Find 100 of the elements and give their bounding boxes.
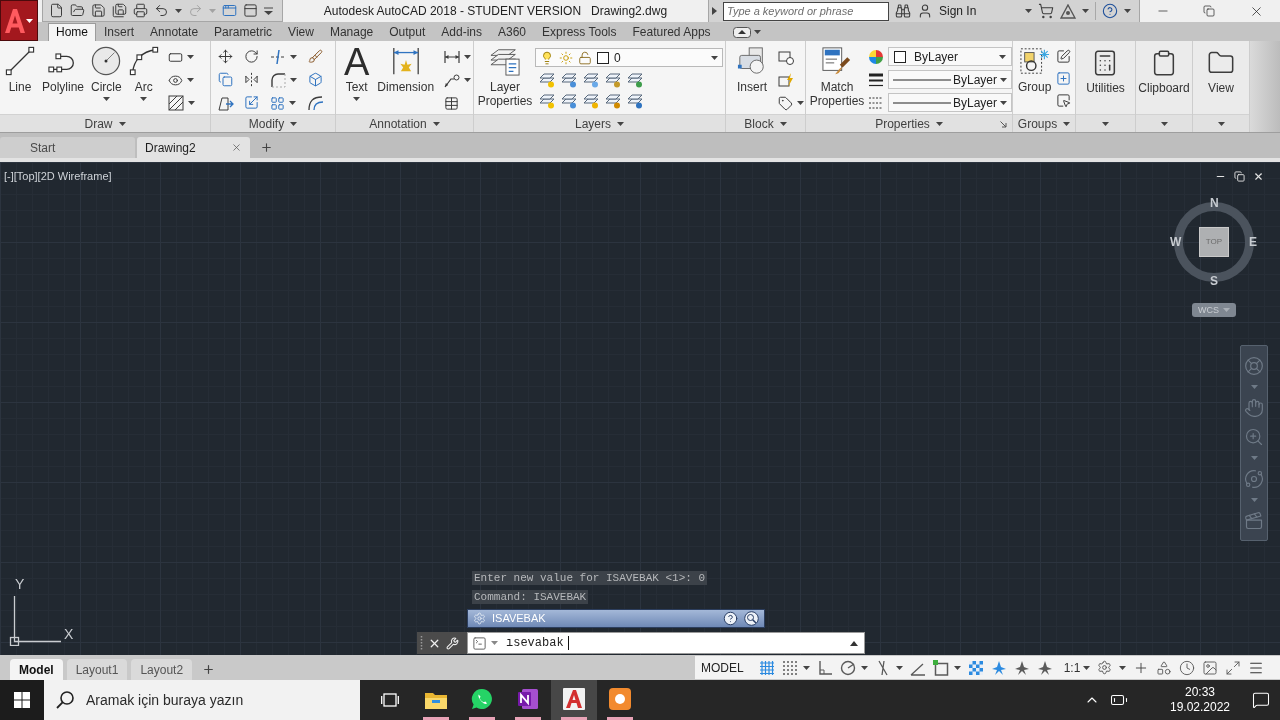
panel-title-button[interactable]: Draw: [0, 114, 210, 132]
mirror-icon[interactable]: [244, 72, 259, 87]
clock-icon[interactable]: [1179, 659, 1196, 676]
app-window-icon[interactable]: [222, 3, 237, 18]
new-layout-icon[interactable]: [202, 663, 216, 676]
floppy-stack-icon[interactable]: [112, 3, 127, 18]
caret-icon[interactable]: [289, 101, 296, 105]
lineweight-dropdown[interactable]: ByLayer: [888, 70, 1012, 89]
dashed-line-icon[interactable]: [270, 49, 286, 65]
group-button[interactable]: Group: [1016, 41, 1054, 108]
table-icon[interactable]: [444, 95, 460, 111]
dimension-button[interactable]: Dimension: [375, 41, 437, 111]
up-triangle-pill-icon[interactable]: [732, 26, 751, 38]
gear-icon[interactable]: [1097, 660, 1113, 675]
caret-icon[interactable]: [953, 665, 961, 670]
tag-icon[interactable]: [778, 95, 793, 111]
application-menu-button[interactable]: [0, 0, 38, 41]
help-icon[interactable]: [1102, 3, 1118, 19]
image-icon[interactable]: [1202, 659, 1219, 676]
layers-dot-icon[interactable]: [539, 72, 555, 88]
square-plus-icon[interactable]: [1056, 71, 1072, 86]
circle-button[interactable]: Circle: [89, 41, 124, 111]
caret-icon[interactable]: [186, 78, 194, 82]
layers-dot-icon[interactable]: [627, 72, 643, 88]
star-icon[interactable]: [1013, 659, 1030, 676]
square-pointer-icon[interactable]: [1056, 93, 1072, 108]
trapezoid-arrow-icon[interactable]: [218, 95, 234, 111]
file-tab[interactable]: Drawing2: [137, 137, 250, 158]
caret-icon[interactable]: [1124, 9, 1131, 13]
panel-title-button[interactable]: Annotation: [336, 114, 473, 132]
caret-icon[interactable]: [464, 55, 472, 59]
caret-icon[interactable]: [1082, 9, 1089, 13]
layer-dropdown[interactable]: 0: [535, 48, 723, 67]
hatch-square-icon[interactable]: [167, 95, 184, 111]
triangle-up-icon[interactable]: [850, 640, 858, 646]
insert-button[interactable]: Insert: [734, 41, 770, 111]
caret-icon[interactable]: [860, 665, 868, 670]
line-button[interactable]: Line: [3, 41, 37, 111]
open-folder-icon[interactable]: [70, 3, 85, 18]
ribbon-tab[interactable]: Insert: [96, 23, 143, 41]
new-file-icon[interactable]: [49, 3, 64, 18]
cube-icon[interactable]: [308, 72, 323, 87]
taskbar-app-button[interactable]: [551, 680, 597, 720]
customize-menu-icon[interactable]: [264, 6, 273, 15]
rotate-icon[interactable]: [244, 49, 259, 64]
ribbon-tab[interactable]: Home: [48, 23, 96, 41]
caret-icon[interactable]: [290, 78, 297, 82]
polyline-button[interactable]: Polyline: [40, 41, 87, 111]
model-space-button[interactable]: MODEL: [701, 658, 752, 677]
arc-button[interactable]: Arc: [126, 41, 161, 111]
panel-title-button[interactable]: Groups: [1013, 114, 1075, 132]
ribbon-tab[interactable]: Parametric: [206, 23, 281, 41]
layers-dot-icon[interactable]: [539, 93, 555, 109]
close-icon[interactable]: [1253, 171, 1264, 182]
match-properties-button[interactable]: Match Properties: [810, 41, 864, 112]
linear-dimension-icon[interactable]: [444, 49, 461, 65]
magnifier-circle-icon[interactable]: [744, 611, 759, 626]
window-icon[interactable]: [243, 3, 258, 18]
caret-icon[interactable]: [753, 30, 761, 34]
command-input[interactable]: ısevabak: [467, 632, 865, 654]
square-marker-icon[interactable]: [932, 659, 949, 676]
start-button[interactable]: [0, 680, 44, 720]
caret-icon[interactable]: [797, 101, 804, 105]
ribbon-tab[interactable]: Output: [381, 23, 434, 41]
ribbon-tab[interactable]: Manage: [321, 23, 382, 41]
layer-properties-button[interactable]: Layer Properties: [478, 41, 532, 109]
shapes-icon[interactable]: [1156, 659, 1173, 676]
layers-dot-icon[interactable]: [583, 72, 599, 88]
checker-icon[interactable]: [967, 659, 984, 676]
caret-icon[interactable]: [802, 665, 810, 670]
diagonal-arrow-icon[interactable]: [1000, 121, 1007, 128]
panel-title-button[interactable]: Layers: [474, 114, 725, 132]
ribbon-tab[interactable]: Express Tools: [534, 23, 625, 41]
user-icon[interactable]: [917, 3, 933, 19]
square-pen-icon[interactable]: [1056, 49, 1072, 64]
text-button[interactable]: A Text: [342, 41, 372, 111]
search-icon[interactable]: [44, 680, 84, 720]
ribbon-tab[interactable]: A360: [490, 23, 534, 41]
search-field[interactable]: Aramak için buraya yazın: [84, 680, 360, 720]
layers-dot-icon[interactable]: [605, 72, 621, 88]
layers-dot-icon[interactable]: [627, 93, 643, 109]
cart-icon[interactable]: [1038, 3, 1054, 19]
color-dropdown[interactable]: ByLayer: [888, 47, 1012, 66]
layers-dot-icon[interactable]: [605, 93, 621, 109]
ribbon-tab[interactable]: View: [280, 23, 322, 41]
restore-icon[interactable]: [1234, 171, 1245, 182]
four-arrows-icon[interactable]: [218, 49, 233, 64]
caret-icon[interactable]: [1025, 9, 1032, 13]
sign-in-button[interactable]: Sign In: [939, 2, 1019, 20]
star-icon[interactable]: [1036, 659, 1053, 676]
caret-icon[interactable]: [187, 101, 195, 105]
caret-icon[interactable]: [290, 55, 297, 59]
drawing-canvas[interactable]: [-][Top][2D Wireframe] N W TOP E S WCS Y X Enter new value for ISAVEBAK <1>: 0 Command: ISAVEBAK ISAVEBAK ısevabak: [0, 162, 1280, 655]
binoculars-icon[interactable]: [895, 3, 911, 19]
layout-tab[interactable]: Layout1: [66, 659, 128, 680]
layers-dot-icon[interactable]: [561, 72, 577, 88]
file-tab[interactable]: Start: [0, 137, 135, 158]
linetype-dropdown[interactable]: ByLayer: [888, 93, 1012, 112]
compass-north[interactable]: N: [1210, 196, 1219, 210]
panel-title-button[interactable]: Modify: [211, 114, 335, 132]
